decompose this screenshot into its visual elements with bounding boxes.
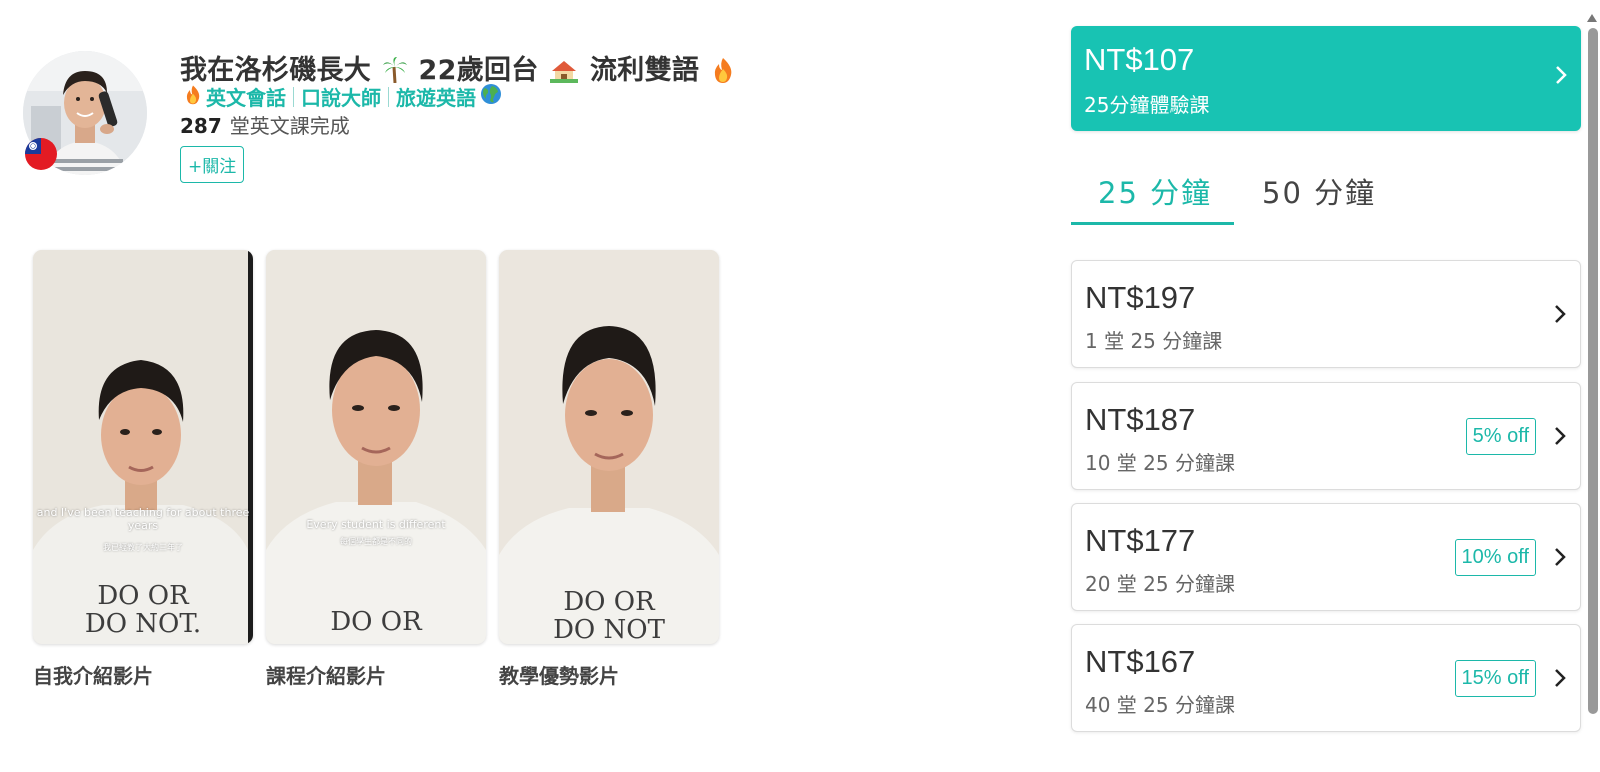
follow-button[interactable]: +關注	[180, 146, 245, 183]
page-scrollbar[interactable]	[1584, 0, 1600, 772]
plan-card-10-lessons[interactable]: NT$187 10 堂 25 分鐘課 5% off	[1071, 382, 1581, 490]
video-caption-chinese: 每個學生都是不同的	[340, 537, 412, 546]
trial-price: NT$107	[1084, 42, 1195, 77]
discount-badge: 10% off	[1454, 539, 1536, 576]
house-icon	[550, 59, 579, 90]
chevron-right-icon	[1554, 304, 1566, 328]
tab-50-minutes[interactable]: 50 分鐘	[1262, 170, 1376, 212]
fire-icon	[711, 57, 735, 90]
tag-english-conversation[interactable]: 英文會話	[206, 82, 286, 111]
plan-card-1-lesson[interactable]: NT$197 1 堂 25 分鐘課	[1071, 260, 1581, 368]
fire-icon	[184, 84, 202, 110]
video-caption-english: and I've been teaching for about three y…	[36, 506, 250, 532]
teacher-avatar[interactable]	[23, 51, 147, 175]
video-label-intro: 自我介紹影片	[33, 664, 153, 688]
discount-badge: 15% off	[1454, 660, 1536, 697]
plan-price: NT$197	[1085, 280, 1196, 315]
plan-description: 40 堂 25 分鐘課	[1085, 693, 1235, 717]
plan-description: 10 堂 25 分鐘課	[1085, 451, 1235, 475]
intro-video-thumbnail[interactable]: and I've been teaching for about three y…	[33, 250, 253, 644]
plan-description: 20 堂 25 分鐘課	[1085, 572, 1235, 596]
plan-price: NT$177	[1085, 523, 1196, 558]
course-video-thumbnail[interactable]: Every student is different 每個學生都是不同的 DO …	[266, 250, 486, 644]
lesson-count: 287	[180, 114, 222, 138]
trial-description: 25分鐘體驗課	[1084, 93, 1210, 117]
scrollbar-thumb[interactable]	[1588, 28, 1598, 714]
tag-speaking-master[interactable]: 口說大師	[301, 82, 381, 111]
video-label-teaching: 教學優勢影片	[499, 664, 619, 688]
teacher-tags: 英文會話 口說大師 旅遊英語	[184, 82, 502, 111]
plan-description: 1 堂 25 分鐘課	[1085, 329, 1223, 353]
chevron-right-icon	[1554, 547, 1566, 571]
shirt-text: DO OR	[330, 607, 422, 637]
trial-lesson-card[interactable]: NT$107 25分鐘體驗課	[1071, 26, 1581, 131]
active-tab-indicator	[1071, 222, 1234, 225]
shirt-text: DO OR DO NOT.	[84, 581, 202, 639]
name-part-3: 流利雙語	[590, 55, 700, 86]
video-caption-english: Every student is different	[306, 518, 446, 531]
lesson-label: 堂英文課完成	[229, 114, 350, 138]
plan-card-20-lessons[interactable]: NT$177 20 堂 25 分鐘課 10% off	[1071, 503, 1581, 611]
chevron-right-icon	[1554, 668, 1566, 692]
chevron-right-icon	[1555, 65, 1567, 89]
tag-separator	[293, 86, 294, 107]
plan-price: NT$187	[1085, 402, 1196, 437]
video-label-course: 課程介紹影片	[266, 664, 386, 688]
discount-badge: 5% off	[1465, 418, 1536, 455]
plan-card-40-lessons[interactable]: NT$167 40 堂 25 分鐘課 15% off	[1071, 624, 1581, 732]
lessons-completed: 287 堂英文課完成	[180, 110, 350, 139]
tab-25-minutes[interactable]: 25 分鐘	[1098, 170, 1212, 212]
chevron-right-icon	[1554, 426, 1566, 450]
globe-icon	[480, 83, 502, 110]
scroll-up-arrow-icon[interactable]	[1587, 14, 1597, 22]
tag-separator	[388, 86, 389, 107]
teaching-video-thumbnail[interactable]: DO OR DO NOT	[499, 250, 719, 644]
video-caption-chinese: 我已經教了大約三年了	[103, 543, 183, 552]
tag-travel-english[interactable]: 旅遊英語	[396, 82, 476, 111]
shirt-text: DO OR DO NOT	[553, 588, 665, 644]
taiwan-flag-icon	[25, 138, 57, 170]
plan-price: NT$167	[1085, 644, 1196, 679]
